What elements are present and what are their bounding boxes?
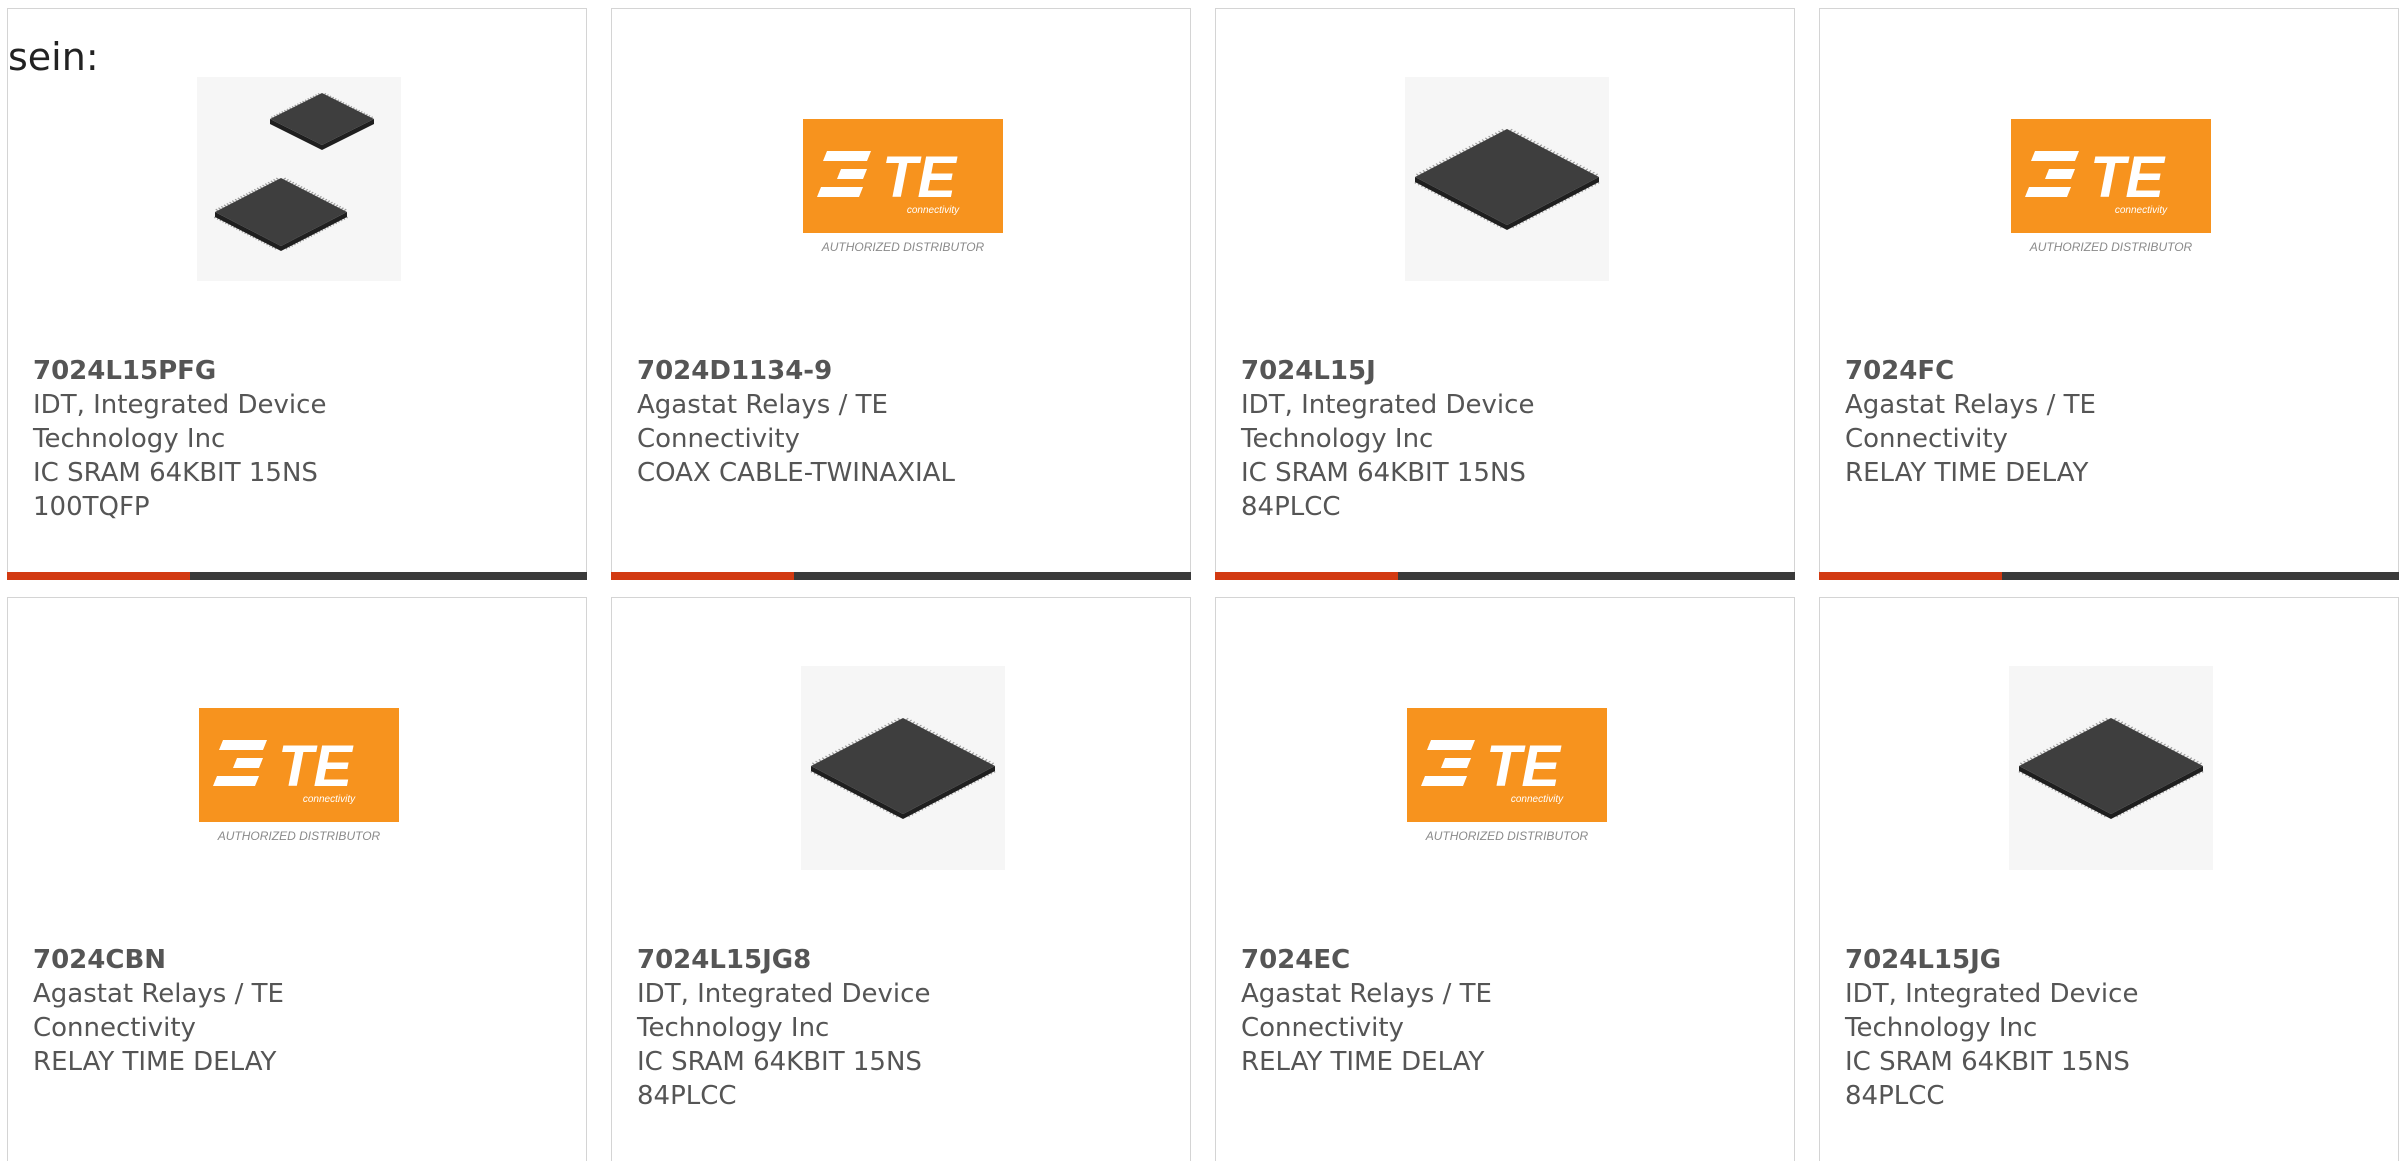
manufacturer: Agastat Relays / TE Connectivity [1845,390,2096,454]
svg-text:AUTHORIZED DISTRIBUTOR: AUTHORIZED DISTRIBUTOR [2029,240,2193,254]
product-card[interactable]: 7024L15JG IDT, Integrated Device Technol… [1819,597,2399,1161]
intro-text: sein: [8,35,99,79]
plcc-chip-icon [2009,666,2213,870]
product-card[interactable]: TE connectivity AUTHORIZED DISTRIBUTOR 702… [611,8,1191,580]
card-footer-accent [1215,572,1398,580]
svg-text:AUTHORIZED DISTRIBUTOR: AUTHORIZED DISTRIBUTOR [821,240,985,254]
plcc-chip-icon [1405,77,1609,281]
description: IC SRAM 64KBIT 15NS 84PLCC [637,1047,922,1111]
page: sein: 7024L15PFG IDT, Integrated Device … [0,0,2400,1161]
te-logo-icon: TEconnectivity AUTHORIZED DISTRIBUTOR [803,119,1003,254]
product-image[interactable] [801,666,1005,870]
description: RELAY TIME DELAY [33,1047,277,1077]
product-card[interactable]: 7024L15PFG IDT, Integrated Device Techno… [7,8,587,580]
part-number[interactable]: 7024L15PFG [33,354,363,388]
product-image[interactable]: TE connectivity AUTHORIZED DISTRIBUTOR [197,666,401,870]
manufacturer: Agastat Relays / TE Connectivity [33,979,284,1043]
product-image[interactable] [1405,77,1609,281]
tqfp-chip-icon [197,77,401,281]
part-number[interactable]: 7024L15JG8 [637,943,967,977]
description: IC SRAM 64KBIT 15NS 84PLCC [1241,458,1526,522]
svg-text:connectivity: connectivity [907,205,960,216]
part-number[interactable]: 7024CBN [33,943,363,977]
product-image[interactable]: TE connectivity AUTHORIZED DISTRIBUTOR [2009,77,2213,281]
card-footer-bar [1215,572,1795,580]
svg-text:TE: TE [278,734,354,799]
svg-text:connectivity: connectivity [2115,205,2168,216]
part-number[interactable]: 7024FC [1845,354,2175,388]
product-image[interactable]: TE connectivity AUTHORIZED DISTRIBUTOR [801,77,1005,281]
card-footer-bar [7,572,587,580]
svg-text:connectivity: connectivity [303,794,356,805]
part-number[interactable]: 7024L15J [1241,354,1571,388]
description: COAX CABLE-TWINAXIAL [637,458,955,488]
svg-text:AUTHORIZED DISTRIBUTOR: AUTHORIZED DISTRIBUTOR [217,829,381,843]
card-footer-accent [7,572,190,580]
product-card[interactable]: TE connectivity AUTHORIZED DISTRIBUTOR 702… [1215,597,1795,1161]
manufacturer: IDT, Integrated Device Technology Inc [637,979,931,1043]
te-logo-icon: TEconnectivity AUTHORIZED DISTRIBUTOR [199,708,399,843]
part-number[interactable]: 7024L15JG [1845,943,2175,977]
description: RELAY TIME DELAY [1845,458,2089,488]
te-logo-icon: TEconnectivity AUTHORIZED DISTRIBUTOR [2011,119,2211,254]
part-number[interactable]: 7024EC [1241,943,1571,977]
svg-text:TE: TE [2090,145,2166,210]
product-card[interactable]: 7024L15JG8 IDT, Integrated Device Techno… [611,597,1191,1161]
product-grid: 7024L15PFG IDT, Integrated Device Techno… [7,8,2399,1161]
svg-text:connectivity: connectivity [1511,794,1564,805]
part-number[interactable]: 7024D1134-9 [637,354,967,388]
svg-text:TE: TE [1486,734,1562,799]
svg-text:TE: TE [882,145,958,210]
product-image[interactable]: TE connectivity AUTHORIZED DISTRIBUTOR [1405,666,1609,870]
product-card[interactable]: 7024L15J IDT, Integrated Device Technolo… [1215,8,1795,580]
te-logo-icon: TEconnectivity AUTHORIZED DISTRIBUTOR [1407,708,1607,843]
card-footer-bar [1819,572,2399,580]
description: RELAY TIME DELAY [1241,1047,1485,1077]
card-footer-bar [611,572,1191,580]
plcc-chip-icon [801,666,1005,870]
manufacturer: Agastat Relays / TE Connectivity [637,390,888,454]
product-image[interactable] [2009,666,2213,870]
manufacturer: IDT, Integrated Device Technology Inc [1241,390,1535,454]
svg-text:AUTHORIZED DISTRIBUTOR: AUTHORIZED DISTRIBUTOR [1425,829,1589,843]
product-image[interactable] [197,77,401,281]
manufacturer: IDT, Integrated Device Technology Inc [1845,979,2139,1043]
card-footer-accent [611,572,794,580]
card-footer-accent [1819,572,2002,580]
product-card[interactable]: TE connectivity AUTHORIZED DISTRIBUTOR 702… [1819,8,2399,580]
description: IC SRAM 64KBIT 15NS 100TQFP [33,458,318,522]
manufacturer: IDT, Integrated Device Technology Inc [33,390,327,454]
product-card[interactable]: TE connectivity AUTHORIZED DISTRIBUTOR 702… [7,597,587,1161]
description: IC SRAM 64KBIT 15NS 84PLCC [1845,1047,2130,1111]
manufacturer: Agastat Relays / TE Connectivity [1241,979,1492,1043]
